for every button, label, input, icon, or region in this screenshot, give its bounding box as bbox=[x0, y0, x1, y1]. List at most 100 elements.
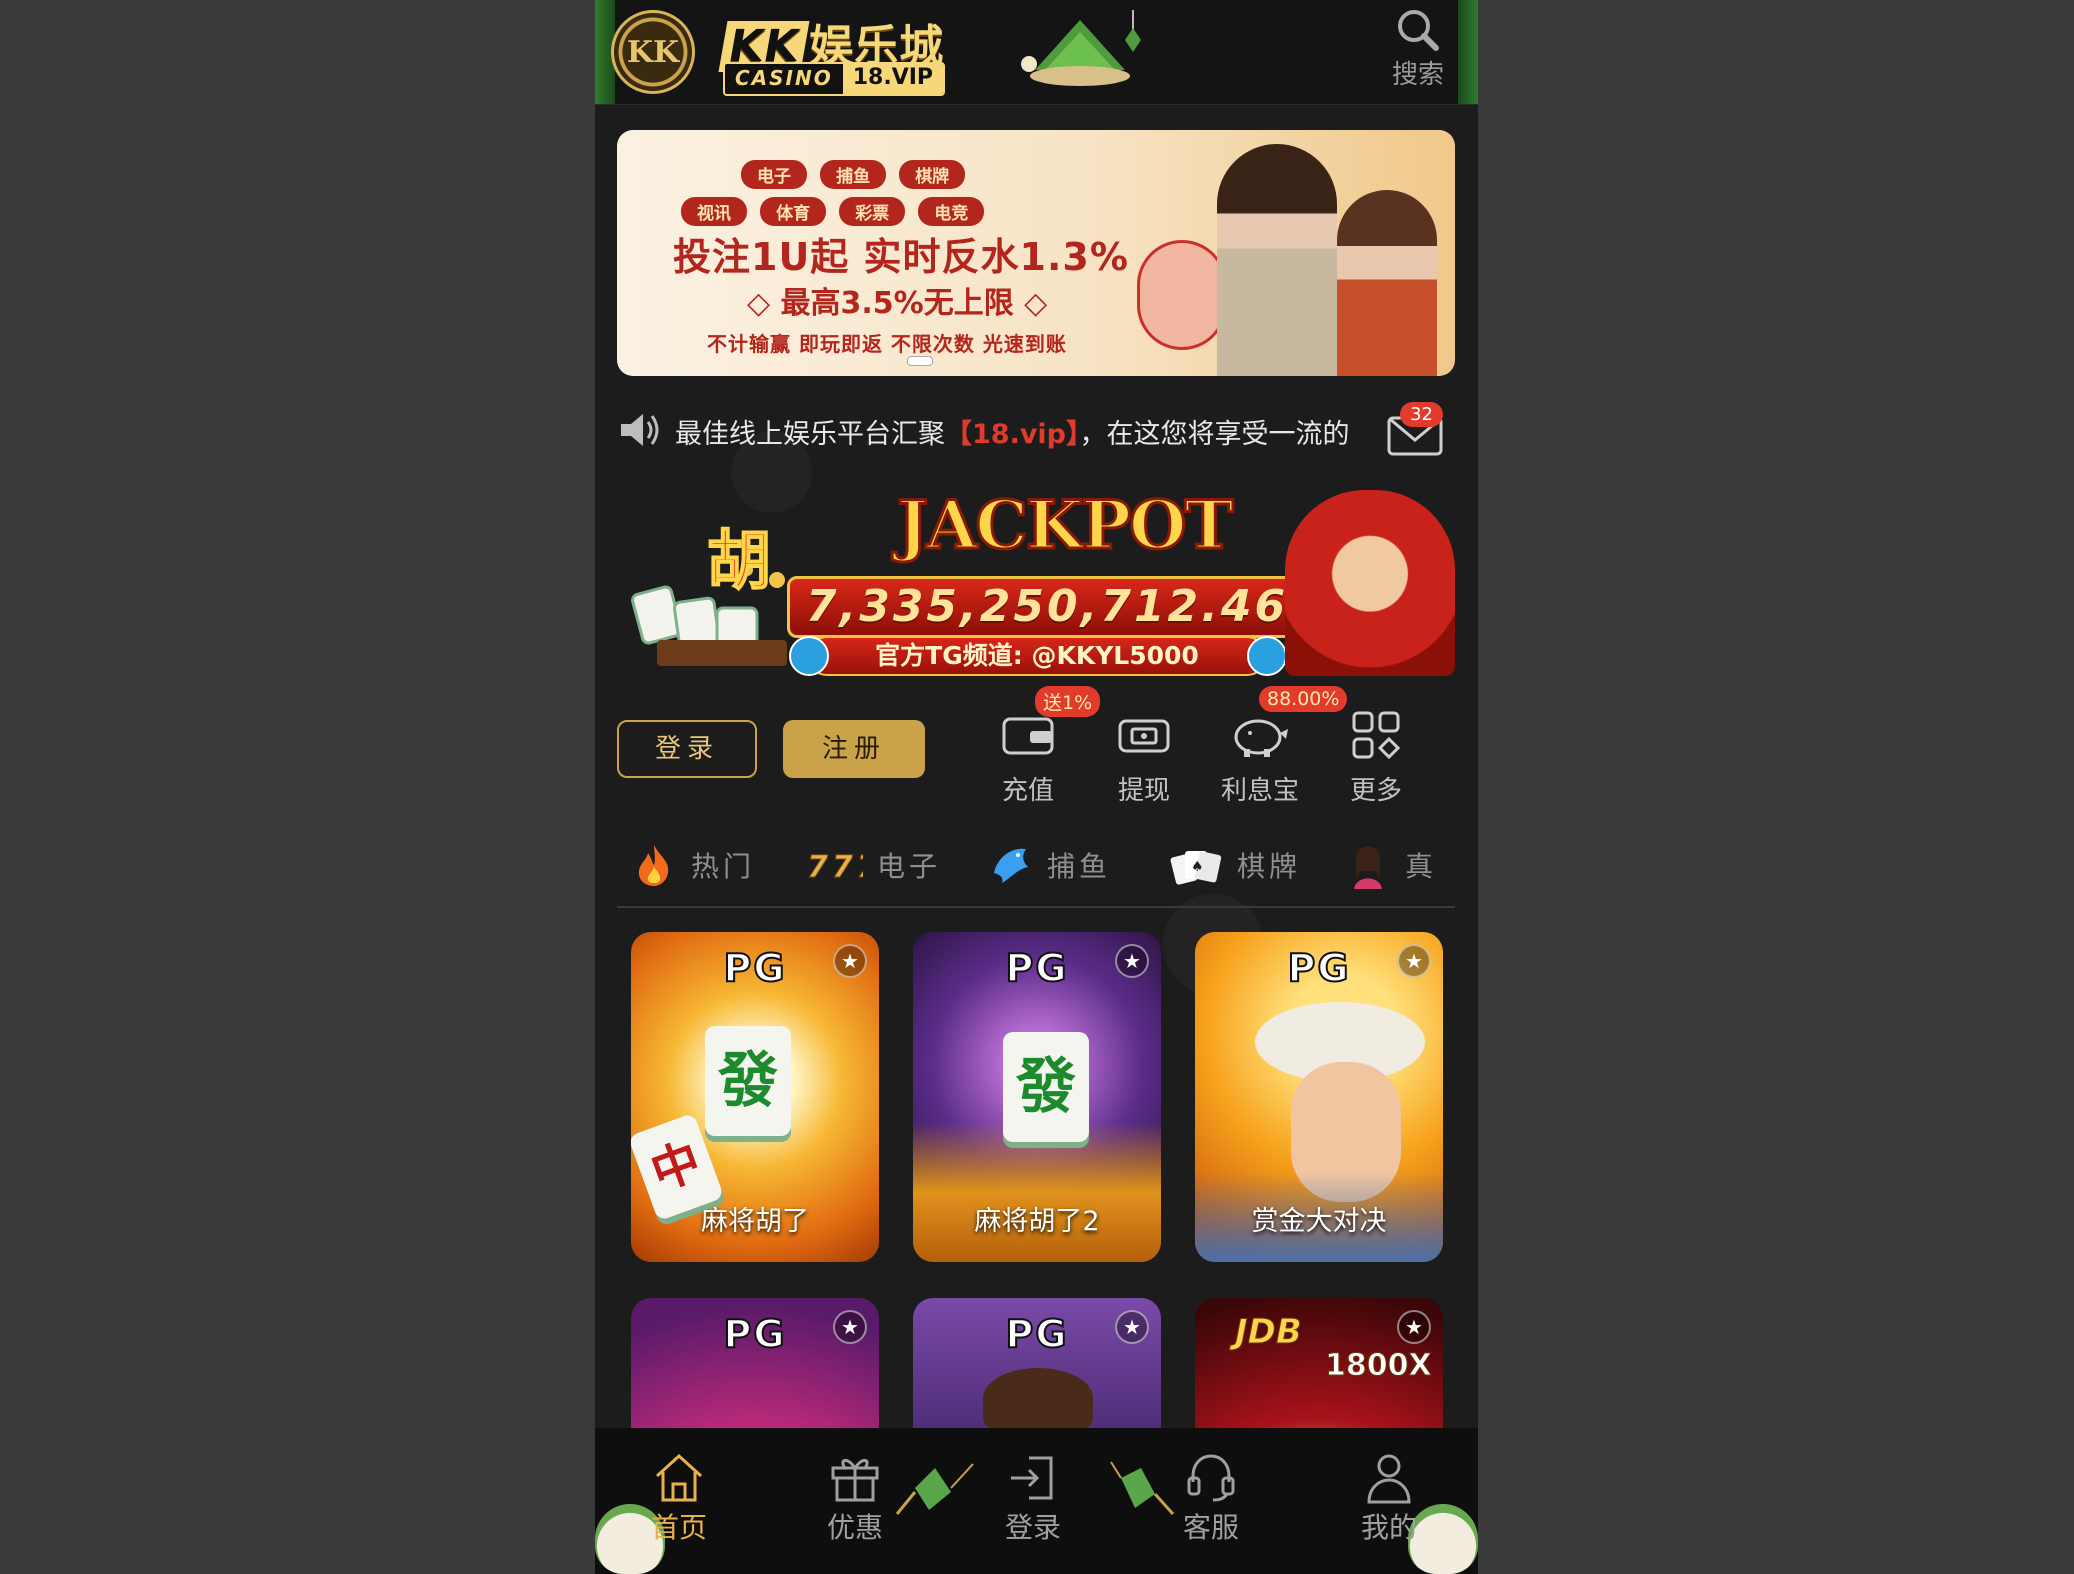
piggy-bank-icon bbox=[1234, 719, 1288, 757]
nav-home[interactable]: 首页 bbox=[619, 1452, 739, 1546]
withdraw-button[interactable]: 提现 bbox=[1089, 700, 1199, 807]
jackpot-banner[interactable]: 胡 JACKPOT 7,335,250,712.46 官方TG频道: @KKYL… bbox=[617, 480, 1455, 676]
nav-promotions[interactable]: 优惠 bbox=[795, 1452, 915, 1546]
more-button[interactable]: 更多 bbox=[1321, 700, 1431, 807]
banner-subheadline: ◇ 最高3.5%无上限 ◇ bbox=[747, 286, 1048, 321]
pig-mascot-image bbox=[1137, 240, 1227, 350]
tab-slots-label: 电子 bbox=[877, 850, 942, 883]
svg-text:777: 777 bbox=[807, 850, 863, 883]
carousel-indicator[interactable] bbox=[907, 356, 933, 366]
search-label: 搜索 bbox=[1391, 60, 1444, 90]
svg-text:♠: ♠ bbox=[1191, 859, 1208, 875]
mahjong-tile-image: 發 bbox=[705, 1026, 791, 1136]
grid-more-icon bbox=[1352, 711, 1401, 760]
withdraw-label: 提现 bbox=[1117, 776, 1170, 806]
hu-character: 胡 bbox=[706, 523, 772, 600]
banner-headline: 投注1U起 实时反水1.3% bbox=[673, 235, 1129, 279]
fire-icon bbox=[638, 845, 669, 886]
announcement-domain: 【18.vip】 bbox=[945, 419, 1080, 450]
withdraw-icon bbox=[1118, 719, 1170, 753]
model-image bbox=[1217, 144, 1337, 376]
brand-subtitle: CASINO 18.VIP bbox=[723, 62, 946, 96]
user-icon bbox=[1367, 1454, 1411, 1504]
game-title: 赏金大对决 bbox=[1251, 1206, 1387, 1237]
bamboo-decoration-right bbox=[1458, 0, 1478, 104]
headset-icon bbox=[1187, 1454, 1235, 1502]
top-header: KK KK 娱乐城 CASINO 18.VIP 搜索 bbox=[595, 0, 1478, 105]
tab-hot-label: 热门 bbox=[691, 850, 756, 883]
banner-pill: 棋牌 bbox=[899, 160, 966, 189]
tab-fishing[interactable]: 捕鱼 bbox=[987, 830, 1111, 900]
mail-button[interactable]: 32 bbox=[1387, 402, 1443, 460]
search-icon bbox=[1398, 10, 1439, 51]
favorite-star-icon[interactable]: ★ bbox=[1397, 1310, 1431, 1344]
casino-crest-logo[interactable]: KK bbox=[611, 10, 695, 94]
fortune-god-image bbox=[1285, 490, 1455, 676]
zongzi-festival-decoration bbox=[1021, 10, 1141, 86]
bottom-navigation: 首页 优惠 登录 客服 我的 bbox=[595, 1428, 1478, 1574]
gift-icon bbox=[831, 1459, 879, 1502]
banner-pill: 视讯 bbox=[681, 197, 747, 226]
nav-login[interactable]: 登录 bbox=[973, 1452, 1093, 1546]
game-card[interactable]: 發 PG ★ 麻将胡了2 bbox=[913, 932, 1161, 1262]
announcement-marquee[interactable]: 最佳线上娱乐平台汇聚【18.vip】，在这您将享受一流的 32 bbox=[617, 400, 1455, 460]
favorite-star-icon[interactable]: ★ bbox=[833, 1310, 867, 1344]
tab-hot[interactable]: 热门 bbox=[631, 830, 755, 900]
tab-live[interactable]: 真 bbox=[1345, 830, 1437, 900]
tab-card-games-label: 棋牌 bbox=[1237, 850, 1302, 883]
favorite-star-icon[interactable]: ★ bbox=[833, 944, 867, 978]
favorite-star-icon[interactable]: ★ bbox=[1115, 1310, 1149, 1344]
pirate-image bbox=[983, 1368, 1093, 1428]
banner-pill: 彩票 bbox=[839, 197, 906, 226]
nav-login-label: 登录 bbox=[1004, 1511, 1061, 1544]
live-dealer-icon bbox=[1354, 846, 1382, 889]
telegram-channel-link[interactable]: 官方TG频道: @KKYL5000 bbox=[807, 636, 1267, 676]
favorite-star-icon[interactable]: ★ bbox=[1115, 944, 1149, 978]
game-title: 麻将胡了 bbox=[701, 1206, 809, 1237]
deposit-button[interactable]: 送1% 充值 bbox=[973, 686, 1101, 807]
nav-profile[interactable]: 我的 bbox=[1329, 1452, 1449, 1546]
provider-logo: JDB bbox=[1235, 1312, 1303, 1353]
login-icon bbox=[1011, 1456, 1053, 1500]
golden-dragon-image bbox=[913, 1122, 1161, 1262]
nav-profile-label: 我的 bbox=[1360, 1511, 1417, 1544]
model-image-2 bbox=[1337, 190, 1437, 376]
login-button[interactable]: 登录 bbox=[617, 720, 757, 778]
jackpot-amount: 7,335,250,712.46 bbox=[805, 581, 1289, 632]
telegram-icon bbox=[1247, 636, 1287, 676]
promo-banner[interactable]: 电子 捕鱼 棋牌 视讯 体育 彩票 电竞 投注1U起 实时反水1.3% ◇ 最高… bbox=[617, 130, 1455, 376]
cards-icon: ♠ bbox=[1170, 851, 1222, 885]
banner-pill: 体育 bbox=[760, 197, 827, 226]
mahjong-tile-image: 發 bbox=[1003, 1032, 1089, 1142]
game-category-tabs: 热门 777 电子 捕鱼 ♠ 棋牌 真 bbox=[617, 830, 1455, 908]
wallet-icon bbox=[1002, 717, 1054, 755]
interest-treasure-button[interactable]: 88.00% 利息宝 bbox=[1205, 686, 1348, 807]
register-button[interactable]: 注册 bbox=[783, 720, 925, 778]
banner-category-pills: 电子 捕鱼 棋牌 视讯 体育 彩票 电竞 bbox=[677, 156, 1077, 230]
announcement-text-start: 最佳线上娱乐平台汇聚 bbox=[675, 419, 945, 450]
interest-treasure-label: 利息宝 bbox=[1220, 776, 1299, 806]
tab-slots[interactable]: 777 电子 bbox=[807, 830, 941, 900]
mail-count-badge: 32 bbox=[1400, 402, 1443, 427]
deposit-label: 充值 bbox=[1001, 776, 1054, 806]
speaker-icon bbox=[621, 414, 659, 446]
banner-tagline: 不计输赢 即玩即返 不限次数 光速到账 bbox=[707, 332, 1067, 356]
search-button[interactable]: 搜索 bbox=[1378, 8, 1458, 91]
game-title: 麻将胡了2 bbox=[974, 1206, 1100, 1237]
banner-pill: 电子 bbox=[741, 160, 807, 189]
tab-live-label: 真 bbox=[1405, 850, 1438, 883]
favorite-star-icon[interactable]: ★ bbox=[1397, 944, 1431, 978]
multiplier-label: 1800X bbox=[1325, 1348, 1433, 1384]
announcement-text: 最佳线上娱乐平台汇聚【18.vip】，在这您将享受一流的 bbox=[675, 412, 1375, 451]
tab-card-games[interactable]: ♠ 棋牌 bbox=[1169, 830, 1301, 900]
game-card[interactable]: 發 中 PG ★ 麻将胡了 bbox=[631, 932, 879, 1262]
fish-icon bbox=[994, 848, 1028, 883]
game-card[interactable]: PG ★ 赏金大对决 bbox=[1195, 932, 1443, 1262]
banner-pill: 电竞 bbox=[918, 197, 985, 226]
nav-customer-service-label: 客服 bbox=[1182, 1511, 1239, 1544]
home-icon bbox=[655, 1453, 703, 1502]
brand-domain: 18.VIP bbox=[842, 64, 944, 94]
nav-customer-service[interactable]: 客服 bbox=[1151, 1452, 1271, 1546]
banner-pill: 捕鱼 bbox=[820, 160, 887, 189]
announcement-text-end: ，在这您将享受一流的 bbox=[1079, 419, 1350, 450]
